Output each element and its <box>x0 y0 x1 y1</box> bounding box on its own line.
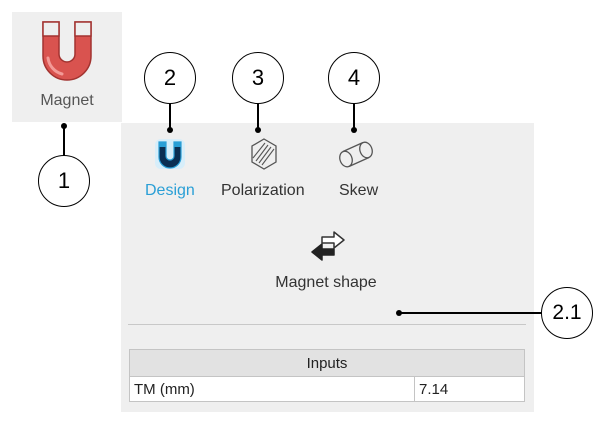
callout-1: 1 <box>38 155 90 207</box>
input-name-cell: TM (mm) <box>129 376 415 402</box>
tab-polarization-label: Polarization <box>221 182 305 199</box>
swap-arrows-icon <box>311 231 345 261</box>
callout-3: 3 <box>232 52 284 104</box>
polarization-icon <box>251 138 277 170</box>
magnet-shape-button[interactable]: Magnet shape <box>271 227 381 297</box>
input-value-cell[interactable]: 7.14 <box>414 376 525 402</box>
callout-4-anchor <box>351 127 357 133</box>
skew-cylinder-icon <box>339 141 373 168</box>
magnet-launcher-label: Magnet <box>40 92 94 109</box>
magnet-panel: Design Polarization Skew Magnet shape In… <box>121 123 534 412</box>
magnet-shape-label: Magnet shape <box>275 274 377 291</box>
tab-skew-label: Skew <box>339 182 379 199</box>
callout-3-leader <box>257 104 259 128</box>
magnet-launcher-button[interactable]: Magnet <box>12 12 122 122</box>
callout-1-leader <box>63 126 65 156</box>
callout-2-anchor <box>167 127 173 133</box>
callout-2-leader <box>169 104 171 128</box>
callout-2-1: 2.1 <box>541 287 593 339</box>
tab-design[interactable]: Design <box>135 123 205 203</box>
inputs-table: Inputs TM (mm) 7.14 <box>129 349 525 402</box>
callout-4-leader <box>353 104 355 128</box>
horseshoe-magnet-icon <box>155 139 185 169</box>
table-row: TM (mm) 7.14 <box>129 376 525 402</box>
callout-4: 4 <box>328 52 380 104</box>
panel-divider <box>128 324 526 325</box>
tab-polarization[interactable]: Polarization <box>217 123 313 203</box>
callout-3-anchor <box>255 127 261 133</box>
callout-2: 2 <box>144 52 196 104</box>
callout-2-1-leader <box>400 312 542 314</box>
tab-skew[interactable]: Skew <box>331 123 391 203</box>
horseshoe-magnet-icon <box>42 21 92 81</box>
tab-design-label: Design <box>145 182 195 199</box>
inputs-table-header: Inputs <box>129 349 525 377</box>
